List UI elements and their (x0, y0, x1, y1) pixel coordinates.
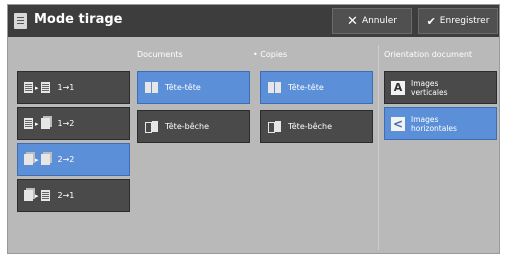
mode-label: 2→1 (57, 191, 75, 200)
documents-heading: Documents (137, 50, 183, 59)
mode-label: 2→2 (57, 155, 75, 164)
orientation-option-label: Images horizontales (411, 114, 457, 133)
copies-option-label: Tête-bêche (288, 122, 333, 131)
one-sided-to-two-sided-icon: ▸ (24, 118, 50, 129)
mode-option-1-1[interactable]: ▸ 1→1 (17, 71, 130, 104)
head-to-toe-icon (268, 121, 282, 133)
copies-head-to-head-button[interactable]: Tête-tête (260, 71, 373, 104)
copy-mode-panel: Mode tirage ✕ Annuler ✔ Enregistrer ▸ 1→… (7, 4, 500, 254)
mode-option-1-2[interactable]: ▸ 1→2 (17, 107, 130, 140)
title-bar: Mode tirage ✕ Annuler ✔ Enregistrer (8, 5, 499, 37)
orientation-portrait-button[interactable]: A Images verticales (384, 71, 497, 104)
column-divider (378, 45, 379, 250)
one-sided-to-one-sided-icon: ▸ (24, 82, 50, 93)
mode-label: 1→2 (57, 119, 75, 128)
documents-option-label: Tête-bêche (165, 122, 210, 131)
head-to-toe-icon (145, 121, 159, 133)
documents-option-label: Tête-tête (165, 83, 201, 92)
checkmark-icon: ✔ (426, 14, 436, 28)
landscape-orientation-icon: < (391, 116, 405, 131)
orientation-heading: Orientation document (384, 50, 473, 59)
mode-option-2-2[interactable]: ▸ 2→2 (17, 143, 130, 176)
cancel-label: Annuler (361, 16, 397, 26)
copies-option-label: Tête-tête (288, 83, 324, 92)
document-icon (14, 13, 27, 29)
close-icon: ✕ (347, 13, 358, 29)
save-label: Enregistrer (439, 16, 490, 26)
two-sided-to-two-sided-icon: ▸ (24, 154, 50, 165)
save-button[interactable]: ✔ Enregistrer (418, 8, 498, 34)
mode-option-2-1[interactable]: ▸ 2→1 (17, 179, 130, 212)
documents-head-to-toe-button[interactable]: Tête-bêche (137, 110, 250, 143)
mode-label: 1→1 (57, 83, 75, 92)
head-to-head-icon (145, 82, 159, 93)
two-sided-to-one-sided-icon: ▸ (24, 190, 50, 201)
page-title: Mode tirage (34, 12, 123, 27)
documents-head-to-head-button[interactable]: Tête-tête (137, 71, 250, 104)
head-to-head-icon (268, 82, 282, 93)
orientation-option-label: Images verticales (411, 78, 448, 97)
orientation-landscape-button[interactable]: < Images horizontales (384, 107, 497, 140)
copies-heading: • Copies (253, 50, 288, 59)
cancel-button[interactable]: ✕ Annuler (332, 8, 412, 34)
portrait-orientation-icon: A (391, 80, 405, 95)
copies-head-to-toe-button[interactable]: Tête-bêche (260, 110, 373, 143)
